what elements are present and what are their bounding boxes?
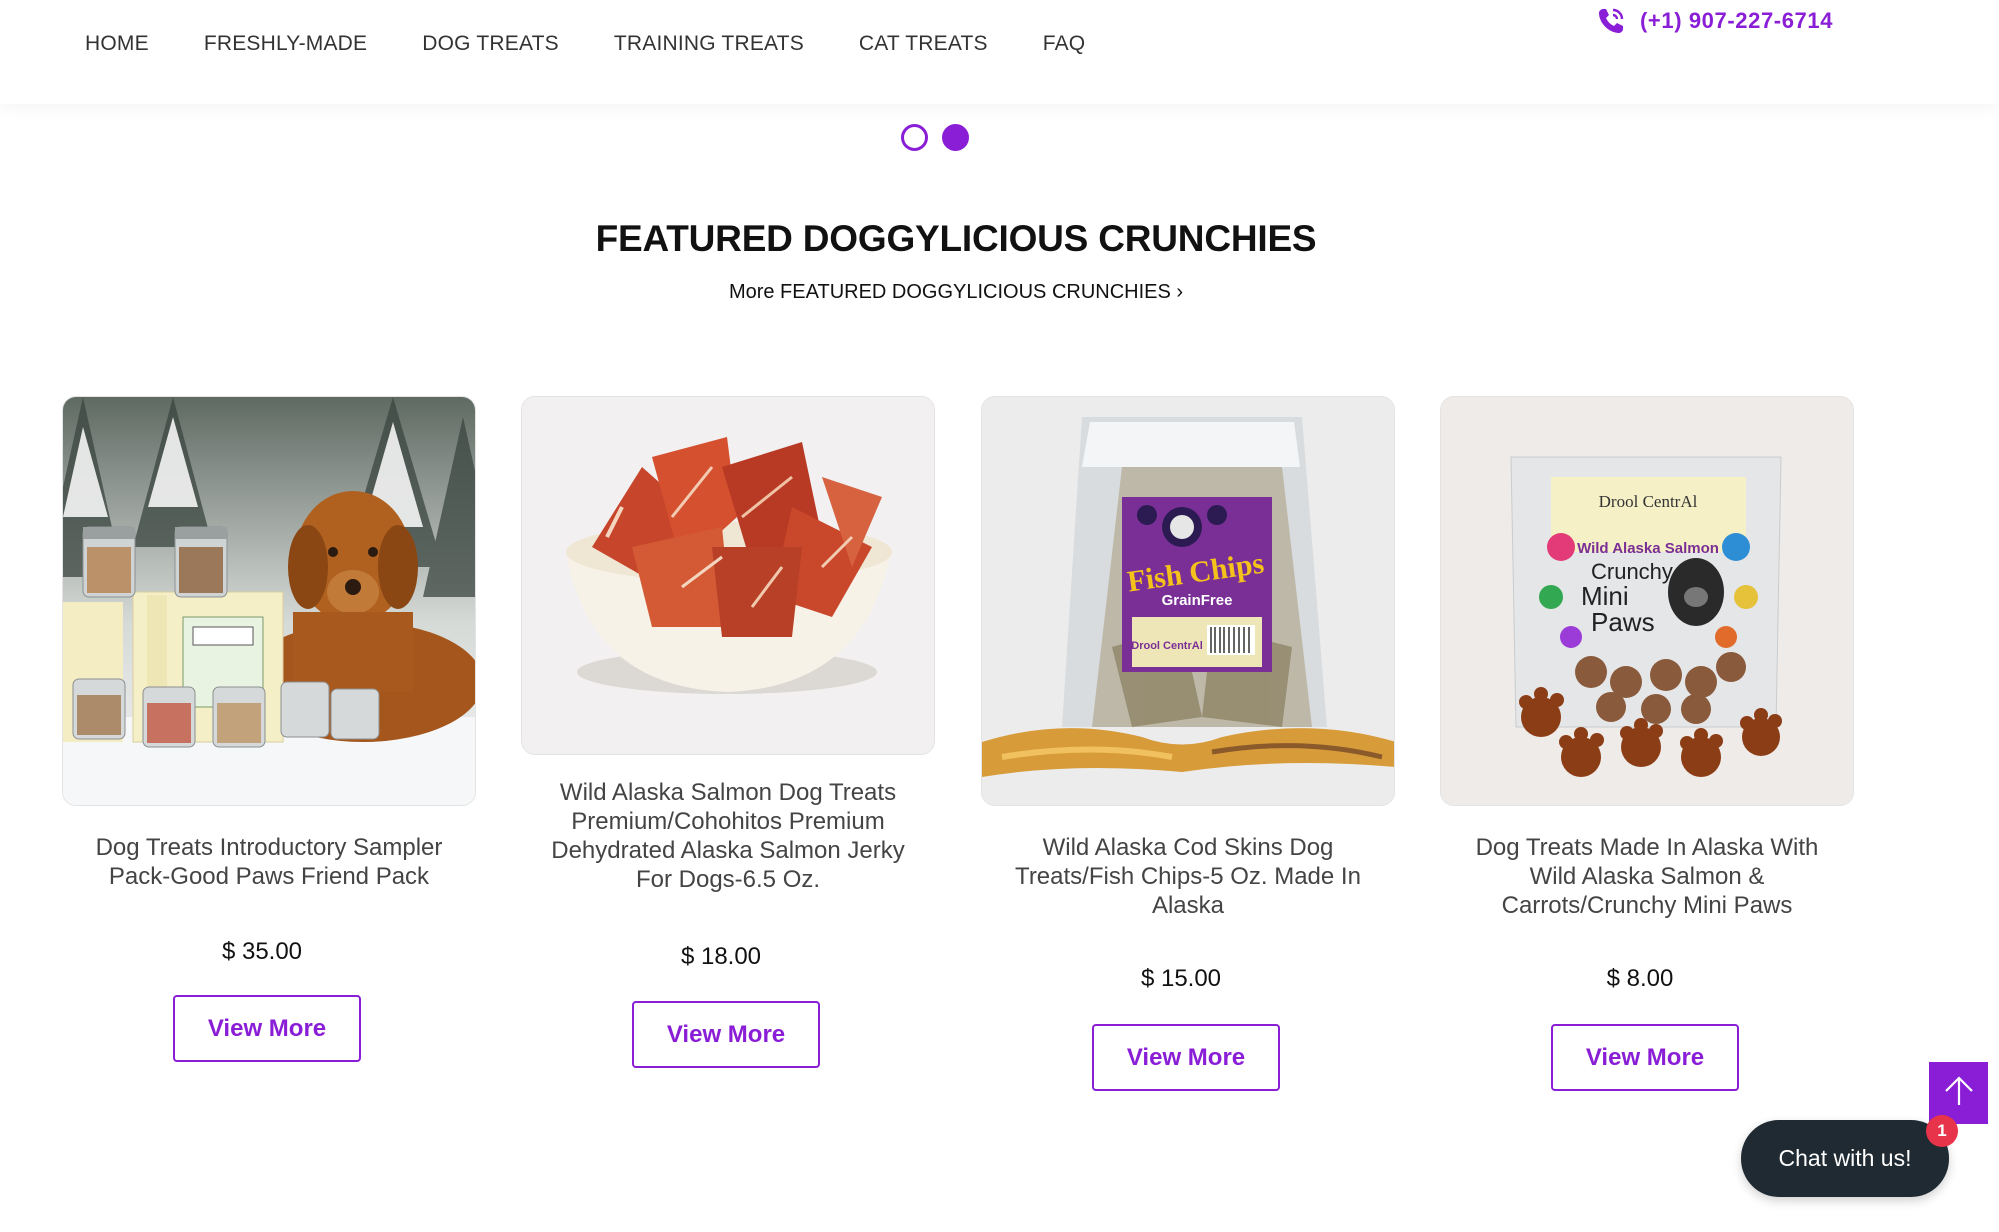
product-card: Dog Treats Introductory Sampler Pack-Goo… <box>62 396 476 1062</box>
salmon-jerky-bowl-image[interactable] <box>521 396 935 755</box>
section-more: More FEATURED DOGGYLICIOUS CRUNCHIES › <box>0 281 1912 304</box>
product-price: $ 8.00 <box>1606 965 1674 992</box>
product-card: Fish Chips GrainFree Drool CentrAl Wild … <box>981 396 1395 1091</box>
view-more-button[interactable]: View More <box>1092 1024 1280 1091</box>
nav-item-home[interactable]: HOME <box>85 30 149 58</box>
nav-item-dog-treats[interactable]: DOG TREATS <box>422 30 559 58</box>
view-more-button[interactable]: View More <box>632 1001 820 1068</box>
product-title[interactable]: Wild Alaska Cod Skins Dog Treats/Fish Ch… <box>981 833 1395 920</box>
more-featured-link[interactable]: More FEATURED DOGGYLICIOUS CRUNCHIES › <box>729 281 1183 303</box>
slider-dot-1[interactable] <box>901 124 928 151</box>
nav-item-freshly-made[interactable]: FRESHLY-MADE <box>204 30 367 58</box>
nav-item-cat-treats[interactable]: CAT TREATS <box>859 30 988 58</box>
slider-dot-2[interactable] <box>942 124 969 151</box>
nav-item-faq[interactable]: FAQ <box>1043 30 1086 58</box>
product-title[interactable]: Dog Treats Introductory Sampler Pack-Goo… <box>62 833 476 891</box>
nav-item-training-treats[interactable]: TRAINING TREATS <box>614 30 804 58</box>
phone-link[interactable]: (+1) 907-227-6714 <box>1596 6 1833 36</box>
chat-notification-badge: 1 <box>1926 1115 1958 1147</box>
view-more-button[interactable]: View More <box>173 995 361 1062</box>
arrow-up-icon <box>1942 1074 1976 1113</box>
phone-icon <box>1596 6 1626 36</box>
main-nav: HOME FRESHLY-MADE DOG TREATS TRAINING TR… <box>85 30 1140 58</box>
product-title[interactable]: Dog Treats Made In Alaska With Wild Alas… <box>1440 833 1854 920</box>
product-card: Drool CentrAl Wild Alaska Salmon Crunchy… <box>1440 396 1854 1091</box>
product-title[interactable]: Wild Alaska Salmon Dog Treats Premium/Co… <box>521 778 935 894</box>
package-text-brand: Drool CentrAl <box>1131 640 1203 652</box>
slider-dots <box>901 124 969 151</box>
chat-button[interactable]: Chat with us! <box>1741 1120 1949 1197</box>
phone-number: (+1) 907-227-6714 <box>1640 8 1834 33</box>
product-card: Wild Alaska Salmon Dog Treats Premium/Co… <box>521 396 935 1068</box>
product-price: $ 35.00 <box>221 938 303 965</box>
package-text-paws: Paws <box>1591 607 1655 637</box>
package-text-brand: Drool CentrAl <box>1599 492 1698 511</box>
golden-retriever-with-treat-jars-image[interactable] <box>62 396 476 806</box>
product-price: $ 15.00 <box>1140 965 1222 992</box>
top-navigation-bar: HOME FRESHLY-MADE DOG TREATS TRAINING TR… <box>0 0 1999 104</box>
mini-paws-bag-image[interactable]: Drool CentrAl Wild Alaska Salmon Crunchy… <box>1440 396 1854 806</box>
fish-chips-bag-image[interactable]: Fish Chips GrainFree Drool CentrAl <box>981 396 1395 806</box>
package-text-salmon: Wild Alaska Salmon <box>1577 540 1719 557</box>
product-price: $ 18.00 <box>680 943 762 970</box>
section-title: FEATURED DOGGYLICIOUS CRUNCHIES <box>595 218 1317 259</box>
view-more-button[interactable]: View More <box>1551 1024 1739 1091</box>
package-text-grainfree: GrainFree <box>1162 592 1233 609</box>
